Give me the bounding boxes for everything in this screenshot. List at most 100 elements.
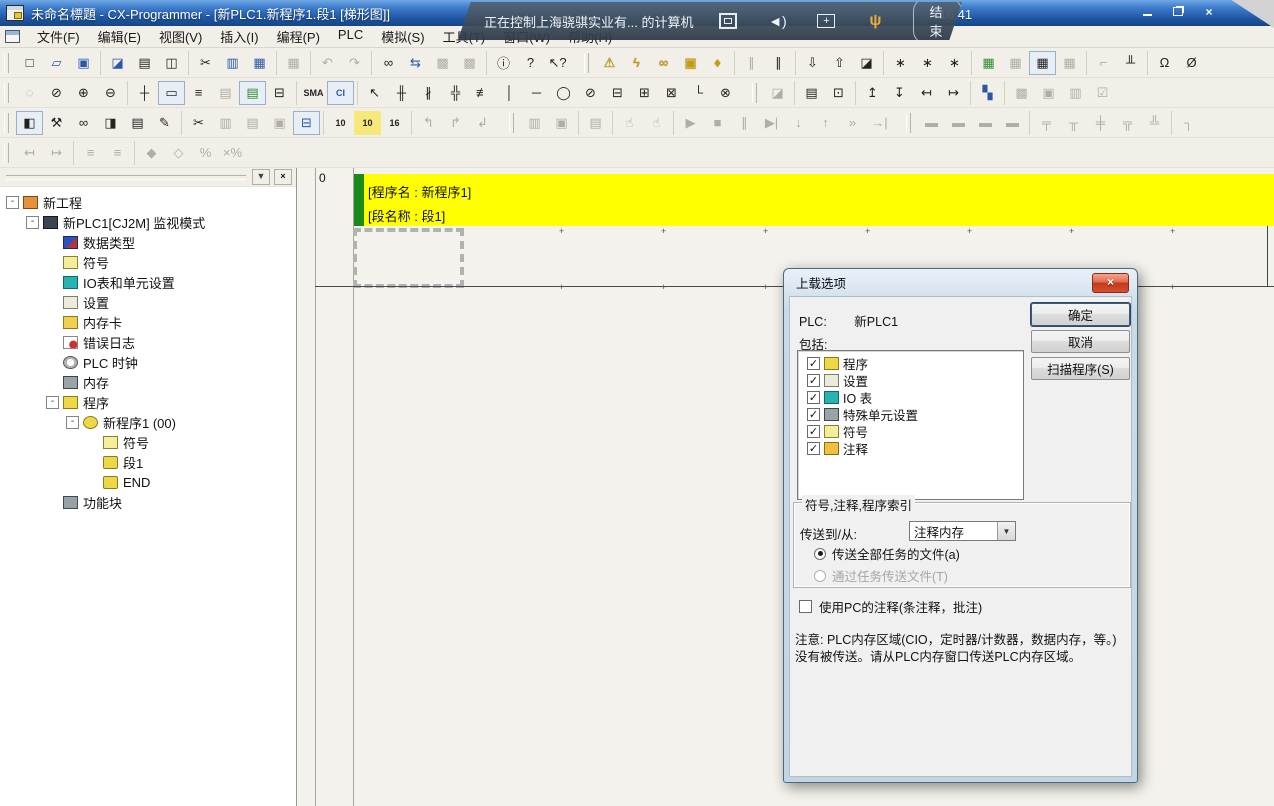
run-to-break-button[interactable]: →| (866, 111, 893, 135)
pause-button[interactable]: ∥ (765, 51, 792, 75)
ok-button[interactable]: 确定 (1031, 303, 1130, 326)
insert-rung-below-button[interactable]: ≡ (104, 141, 131, 165)
force-on-button[interactable]: ◆ (138, 141, 165, 165)
print-button[interactable]: ▤ (131, 51, 158, 75)
find-in-project-button[interactable]: ▩ (429, 51, 456, 75)
toolbar-grip[interactable] (752, 83, 757, 103)
paste-special-button[interactable]: ▦ (280, 51, 307, 75)
sfc-connector-button[interactable]: ┐ (1175, 111, 1202, 135)
toolbar-overflow-button[interactable]: ▼ (252, 169, 270, 185)
tree-item-function-blocks[interactable]: 功能块 (0, 492, 296, 512)
transfer-by-task-option[interactable]: 通过任务传送文件(T) (814, 566, 948, 585)
collapse-icon[interactable]: - (6, 196, 19, 209)
sim-run-button[interactable]: ▶ (677, 111, 704, 135)
pause-monitoring-button[interactable]: ∥ (738, 51, 765, 75)
continuous-step-run-button[interactable]: » (839, 111, 866, 135)
tree-item-error-log[interactable]: 错误日志 (0, 332, 296, 352)
plc-memory-button[interactable]: ▦ (1029, 51, 1056, 75)
workspace-close-button[interactable]: × (274, 169, 292, 185)
force-cancel-all-button[interactable]: ×% (219, 141, 246, 165)
change-all-button[interactable]: ▩ (456, 51, 483, 75)
page-setup-button[interactable]: ◪ (104, 51, 131, 75)
plc-memory-custom-button[interactable]: ▦ (1056, 51, 1083, 75)
checkbox-checked-icon[interactable]: ✓ (807, 374, 820, 387)
include-item-symbols[interactable]: ✓符号 (798, 423, 1023, 440)
show-grid-button[interactable]: ┼ (131, 81, 158, 105)
simulator-online-button[interactable]: ▤ (582, 111, 609, 135)
task-transfer-button[interactable]: ∗ (914, 51, 941, 75)
new-pi-instruction-button[interactable]: ⊞ (631, 81, 658, 105)
tree-item-project-root[interactable]: -新工程 (0, 192, 296, 212)
toggle-cross-reference-button[interactable]: ◨ (97, 111, 124, 135)
partial-transfer-button[interactable]: ∗ (887, 51, 914, 75)
force-cancel-button[interactable]: % (192, 141, 219, 165)
decimal-display-button[interactable]: 10 (327, 111, 354, 135)
sfc-convergence-button[interactable]: ╦ (1114, 111, 1141, 135)
time-chart-monitor-button[interactable]: ╨ (1117, 51, 1144, 75)
binary-display-button[interactable]: ⊟ (293, 111, 320, 135)
monitor-clear-value-button[interactable]: ↧ (886, 81, 913, 105)
checkbox-checked-icon[interactable]: ✓ (807, 425, 820, 438)
show-ci-button[interactable]: CI (327, 81, 354, 105)
edit-rung-comment-button[interactable]: ◪ (764, 81, 791, 105)
set-breakpoint-button[interactable]: ☝ (616, 111, 643, 135)
sfc-step-button[interactable]: ╤ (1033, 111, 1060, 135)
online-edit-rungs-button[interactable]: ▩ (1008, 81, 1035, 105)
new-project-button[interactable]: □ (16, 51, 43, 75)
dock-window-button[interactable]: ▤ (239, 111, 266, 135)
monitor-add-button[interactable]: ↦ (940, 81, 967, 105)
zoom-in-button[interactable]: ⊕ (70, 81, 97, 105)
collapse-icon[interactable]: - (46, 396, 59, 409)
menu-plc[interactable]: PLC (329, 25, 372, 48)
include-item-io-table[interactable]: ✓IO 表 (798, 389, 1023, 406)
insert-rung-above-button[interactable]: ≡ (77, 141, 104, 165)
verify-program-button[interactable]: ∗ (941, 51, 968, 75)
collapse-icon[interactable]: - (26, 216, 39, 229)
transfer-to-simulator-button[interactable]: ▥ (521, 111, 548, 135)
radio-selected-icon[interactable] (814, 548, 826, 560)
new-or-closed-contact-button[interactable]: ≢ (469, 81, 496, 105)
release-online-edit-button[interactable]: ☑ (1089, 81, 1116, 105)
checkbox-checked-icon[interactable]: ✓ (807, 391, 820, 404)
tree-item-section1[interactable]: 段1 (0, 452, 296, 472)
new-contact-button[interactable]: ╫ (388, 81, 415, 105)
menu-edit[interactable]: 编辑(E) (89, 25, 150, 48)
include-item-settings[interactable]: ✓设置 (798, 372, 1023, 389)
menu-insert[interactable]: 插入(I) (211, 25, 267, 48)
tree-item-settings[interactable]: 设置 (0, 292, 296, 312)
tree-item-program1[interactable]: -新程序1 (00) (0, 412, 296, 432)
minimize-button[interactable] (1138, 4, 1156, 19)
show-right-bus-button[interactable]: ⊟ (266, 81, 293, 105)
zoom-to-fit-button[interactable]: ⊘ (43, 81, 70, 105)
clear-breakpoints-button[interactable]: ☝ (643, 111, 670, 135)
fb-instance-button[interactable]: ▬ (945, 111, 972, 135)
step-run-button[interactable]: ▶| (758, 111, 785, 135)
monitor-rung-button[interactable]: ▤ (239, 81, 266, 105)
hex-display-button[interactable]: 16 (381, 111, 408, 135)
zoom-out-button[interactable]: ⊖ (97, 81, 124, 105)
use-pc-comments-checkbox[interactable] (799, 600, 812, 613)
toolbar-grip[interactable] (4, 53, 9, 73)
transfer-target-select[interactable]: 注释内存 ▼ (909, 521, 1016, 541)
restore-button[interactable] (1169, 4, 1187, 19)
print-preview-button[interactable]: ◫ (158, 51, 185, 75)
show-rung-comments-button[interactable]: ▭ (158, 81, 185, 105)
tree-item-memory-card[interactable]: 内存卡 (0, 312, 296, 332)
new-fb-definition-button[interactable]: ▬ (918, 111, 945, 135)
signed-decimal-display-button[interactable]: 10 (354, 111, 381, 135)
address-reference-tool-button[interactable]: ⊡ (825, 81, 852, 105)
toolbar-grip[interactable] (906, 113, 911, 133)
use-pc-comments-option[interactable]: 使用PC的注释(条注释，批注) (799, 597, 982, 616)
find-button[interactable]: ∞ (375, 51, 402, 75)
sfc-transition-button[interactable]: ╥ (1060, 111, 1087, 135)
differential-monitor-button[interactable]: ▚ (974, 81, 1001, 105)
split-window-button[interactable]: ✂ (185, 111, 212, 135)
cascade-window-button[interactable]: ▣ (266, 111, 293, 135)
speaker-icon[interactable]: ◄) (767, 12, 787, 30)
send-online-changes-button[interactable]: ▣ (1035, 81, 1062, 105)
help-button[interactable]: ? (517, 51, 544, 75)
cancel-online-edit-button[interactable]: ▥ (1062, 81, 1089, 105)
line-connect-button[interactable]: └ (685, 81, 712, 105)
release-protection-button[interactable]: Ø (1178, 51, 1205, 75)
show-symbol-list-button[interactable]: ≡ (185, 81, 212, 105)
